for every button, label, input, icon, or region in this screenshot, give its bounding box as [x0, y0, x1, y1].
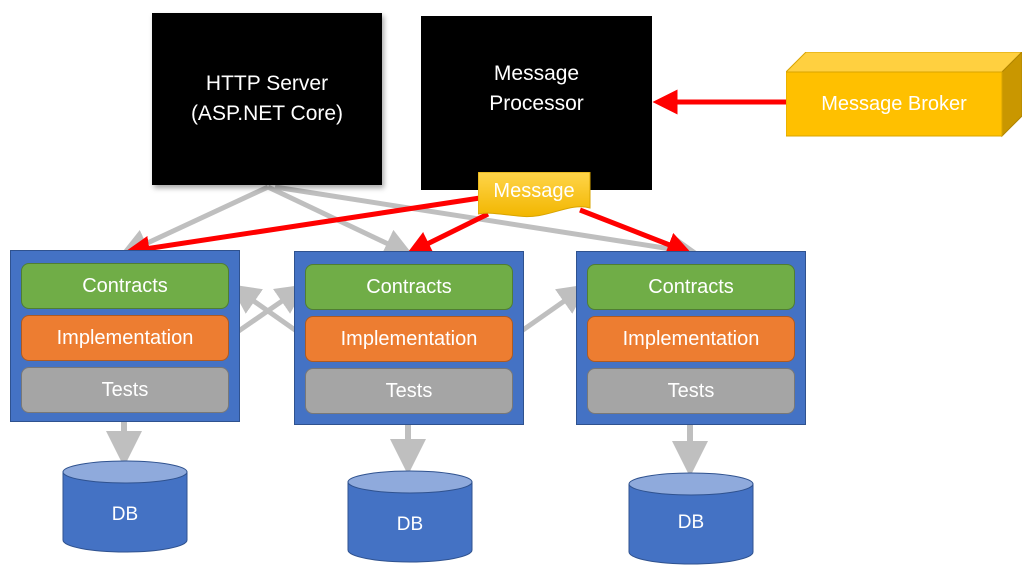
implementation-layer: Implementation [587, 316, 795, 362]
message-tag-label: Message [493, 179, 575, 202]
database-1: DB [62, 460, 188, 554]
implementation-layer: Implementation [305, 316, 513, 362]
database-label: DB [111, 504, 139, 525]
contracts-layer: Contracts [305, 264, 513, 310]
module-to-db-arrows [106, 422, 708, 477]
module-2: Contracts Implementation Tests [294, 251, 524, 425]
tests-layer: Tests [21, 367, 229, 413]
message-processor-box: Message Processor [421, 16, 652, 190]
contracts-layer: Contracts [21, 263, 229, 309]
arrow-message-to-module-2 [406, 211, 490, 255]
http-server-title: HTTP Server [205, 72, 329, 95]
tests-layer: Tests [305, 368, 513, 414]
database-3: DB [628, 472, 754, 566]
database-label: DB [677, 512, 705, 533]
contracts-layer: Contracts [587, 264, 795, 310]
message-tag: Message [478, 172, 590, 210]
http-server-subtitle: (ASP.NET Core) [190, 102, 344, 125]
database-label: DB [396, 514, 424, 535]
database-2: DB [347, 470, 473, 564]
message-processor-title-line1: Message [493, 62, 580, 85]
module-1: Contracts Implementation Tests [10, 250, 240, 422]
message-broker-label: Message Broker [821, 92, 967, 115]
message-broker: Message Broker [786, 72, 1002, 136]
module-3: Contracts Implementation Tests [576, 251, 806, 425]
arrow-impl1-to-contracts2 [228, 284, 307, 340]
http-server-box: HTTP Server (ASP.NET Core) [152, 13, 382, 185]
implementation-layer: Implementation [21, 315, 229, 361]
tests-layer: Tests [587, 368, 795, 414]
message-processor-title-line2: Processor [489, 92, 584, 115]
